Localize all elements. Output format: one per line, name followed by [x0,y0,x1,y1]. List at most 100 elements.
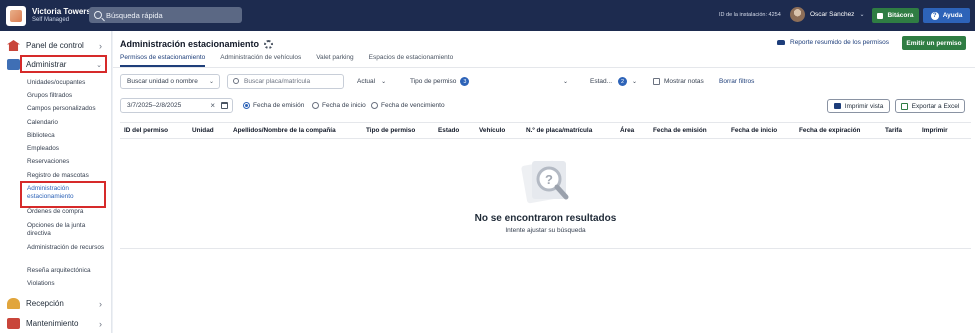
empty-title: No se encontraron resultados [474,213,617,224]
sidebar-item-violations[interactable]: Violations [27,280,55,288]
col-expiry-date[interactable]: Fecha de expiración [799,127,860,134]
sidebar-item-recepcion-label: Recepción [26,299,64,308]
col-start-date[interactable]: Fecha de inicio [731,127,777,134]
sidebar-item-junta[interactable]: Opciones de la junta directiva [27,222,105,239]
col-print[interactable]: Imprimir [922,127,948,134]
permit-type-label: Tipo de permiso [410,78,457,85]
sidebar-item-ordenes[interactable]: Órdenes de compra [27,208,83,216]
tab-permisos[interactable]: Permisos de estacionamiento [120,54,206,67]
date-range-input[interactable]: 3/7/2025–2/8/2025 × [120,98,233,113]
permit-type-filter[interactable]: Tipo de permiso 3 [410,74,470,89]
sidebar-item-calendario[interactable]: Calendario [27,119,58,127]
show-notes-checkbox[interactable]: Mostrar notas [653,74,704,89]
estado-filter[interactable]: Estad... 2 ⌄ [590,74,637,89]
report-summary-link[interactable]: Reporte resumido de los permisos [777,39,889,46]
tabs: Permisos de estacionamiento Administraci… [120,54,468,67]
highlight-estacionamiento [20,181,106,208]
quick-search[interactable]: Búsqueda rápida [89,7,242,23]
radio-expiry-date[interactable]: Fecha de vencimiento [371,98,445,113]
clear-filters-link[interactable]: Borrar filtros [719,74,754,89]
empty-results-illustration: ? [521,160,569,204]
radio-issue-label: Fecha de emisión [253,102,305,109]
bitacora-label: Bitácora [887,12,914,19]
excel-icon [900,102,908,110]
col-permit-type[interactable]: Tipo de permiso [366,127,415,134]
radio-start-label: Fecha de inicio [322,102,366,109]
export-excel-label: Exportar a Excel [911,102,960,110]
tab-vehiculos[interactable]: Administración de vehículos [220,54,301,67]
sidebar-item-panel-label: Panel de control [26,41,84,50]
sidebar-item-mantenimiento[interactable]: Mantenimiento › [0,315,112,332]
user-menu[interactable]: Oscar Sanchez ⌄ [790,7,864,22]
quick-search-label: Búsqueda rápida [106,10,163,20]
car-icon [777,40,785,45]
col-permit-id[interactable]: ID del permiso [124,127,168,134]
col-unit[interactable]: Unidad [192,127,214,134]
sidebar-item-recursos[interactable]: Administración de recursos [27,244,105,252]
dashboard-icon [7,40,20,51]
sidebar-item-reservaciones[interactable]: Reservaciones [27,158,69,166]
building-icon [7,59,20,70]
printer-icon [833,103,841,109]
empty-subtitle: Intente ajustar su búsqueda [505,227,586,234]
org-name: Victoria Towers [32,6,91,16]
col-area[interactable]: Área [620,127,634,134]
col-plate[interactable]: N.º de placa/matrícula [526,127,592,134]
sidebar-item-resena[interactable]: Reseña arquitectónica [27,267,91,275]
org-switcher[interactable]: Victoria Towers Self Managed [32,7,91,25]
emit-permit-button[interactable]: Emitir un permiso [902,36,966,50]
book-icon [877,12,884,19]
radio-icon [312,102,319,109]
radio-issue-date[interactable]: Fecha de emisión [243,98,304,113]
plate-search-placeholder: Buscar placa/matrícula [244,78,311,85]
bitacora-button[interactable]: Bitácora [872,8,919,23]
status-filter[interactable]: Actual ⌄ [357,74,386,89]
report-summary-label: Reporte resumido de los permisos [790,39,889,46]
unit-search-dropdown[interactable]: Buscar unidad o nombre ⌄ [120,74,220,89]
col-issue-date[interactable]: Fecha de emisión [653,127,707,134]
table-body: ? No se encontraron resultados Intente a… [120,139,971,249]
chevron-right-icon: › [99,298,102,309]
sidebar-item-unidades[interactable]: Unidades/ocupantes [27,79,85,87]
sidebar: Panel de control › Administrar ⌄ Unidade… [0,31,112,333]
export-excel-button[interactable]: Exportar a Excel [895,99,965,113]
main-content: Administración estacionamiento Reporte r… [113,31,975,333]
calendar-icon[interactable] [221,102,228,109]
col-fee[interactable]: Tarifa [885,127,902,134]
col-status[interactable]: Estado [438,127,459,134]
chevron-right-icon: › [99,40,102,51]
avatar [790,7,805,22]
col-company[interactable]: Apellidos/Nombre de la compañía [233,127,336,134]
installation-id: ID de la instalación: 4254 [719,12,781,18]
sidebar-item-panel[interactable]: Panel de control › [0,37,112,54]
sidebar-item-mascotas[interactable]: Registro de mascotas [27,172,89,180]
sidebar-item-campos[interactable]: Campos personalizados [27,105,96,113]
sidebar-item-biblioteca[interactable]: Biblioteca [27,132,55,140]
org-logo[interactable] [6,5,26,26]
plate-search-input[interactable]: Buscar placa/matrícula [227,74,344,89]
radio-start-date[interactable]: Fecha de inicio [312,98,366,113]
toolbox-icon [7,318,20,329]
show-notes-label: Mostrar notas [664,78,704,85]
gear-icon[interactable] [264,39,274,49]
sidebar-item-recepcion[interactable]: Recepción › [0,295,112,312]
page-title-text: Administración estacionamiento [120,39,260,49]
permit-type-count-badge: 3 [460,77,470,86]
tab-espacios[interactable]: Espacios de estacionamiento [369,54,454,67]
radio-selected-icon [243,102,250,109]
chevron-down-icon: ⌄ [859,12,865,18]
print-view-button[interactable]: Imprimir vista [827,99,890,113]
print-view-label: Imprimir vista [844,102,884,110]
help-button[interactable]: ? Ayuda [923,8,970,23]
org-subtitle: Self Managed [32,16,70,23]
estado-filter-label: Estad... [590,78,613,85]
date-range-value: 3/7/2025–2/8/2025 [127,102,182,109]
clear-icon[interactable]: × [210,101,215,110]
bell-icon [7,298,20,309]
sidebar-item-empleados[interactable]: Empleados [27,145,59,153]
col-vehicle[interactable]: Vehículo [479,127,505,134]
chevron-down-icon: ⌄ [632,79,638,85]
sidebar-item-grupos[interactable]: Grupos filtrados [27,92,72,100]
permit-type-chevron[interactable]: ⌄ [563,74,568,89]
tab-valet[interactable]: Valet parking [316,54,353,67]
